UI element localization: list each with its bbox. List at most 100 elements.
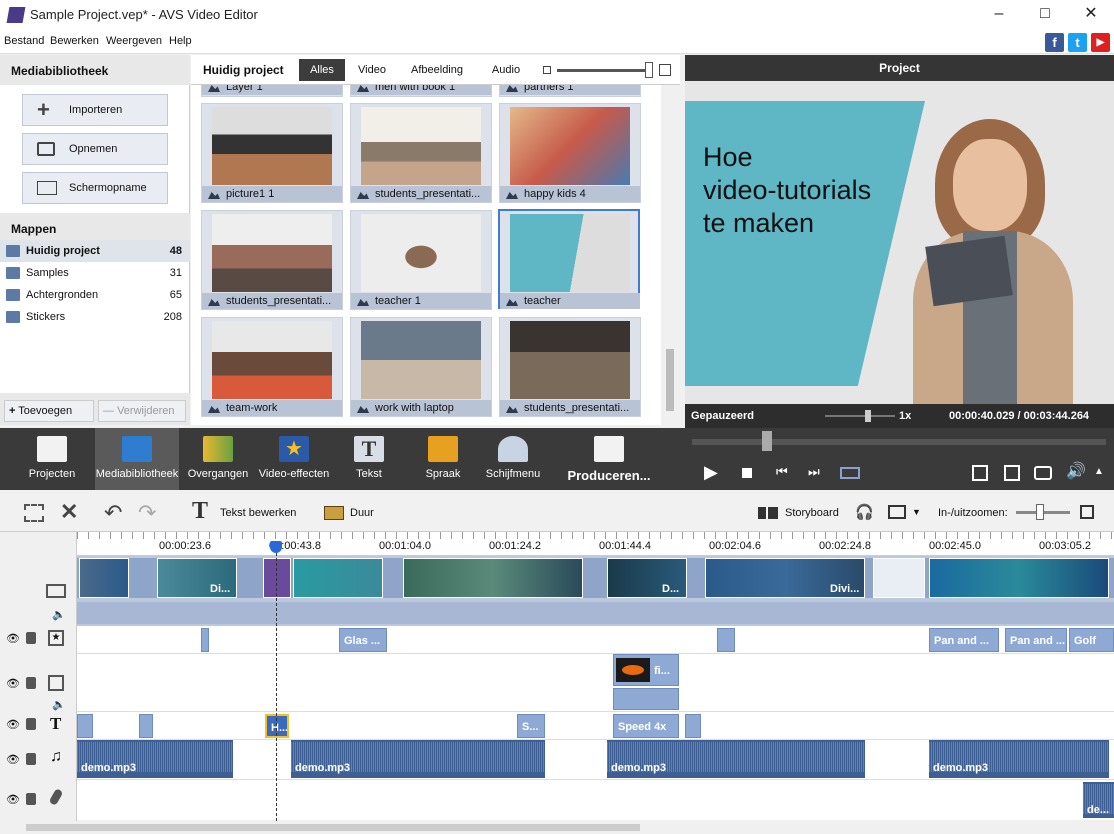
large-thumb-icon[interactable] [659, 64, 671, 76]
storyboard-label[interactable]: Storyboard [785, 507, 839, 519]
add-folder-button[interactable]: + Toevoegen [4, 400, 94, 422]
audio-clip[interactable]: demo.mp3 [607, 740, 865, 778]
record-button[interactable]: Opnemen [22, 133, 168, 165]
media-item[interactable]: work with laptop [350, 317, 492, 417]
tab-video[interactable]: Video [351, 59, 393, 81]
effect-clip[interactable]: Pan and ... [1005, 628, 1067, 652]
effect-clip[interactable]: Pan and ... [929, 628, 999, 652]
media-item[interactable]: men with book 1 [350, 85, 492, 97]
edit-text-label[interactable]: Tekst bewerken [220, 507, 296, 519]
media-scrollbar[interactable] [661, 85, 680, 425]
folder-backgrounds[interactable]: Achtergronden 65 [0, 284, 190, 306]
video-clip[interactable] [873, 558, 925, 598]
voice-clip[interactable]: de... [1083, 782, 1114, 818]
fit-timeline-icon[interactable] [1080, 505, 1094, 519]
fullscreen-icon[interactable] [972, 465, 988, 481]
eye-icon[interactable]: 👁 [6, 718, 20, 731]
media-item[interactable]: Layer 1 [201, 85, 343, 97]
audio-clip[interactable]: demo.mp3 [929, 740, 1109, 778]
snapshot-icon[interactable] [1034, 466, 1052, 480]
video-clip[interactable] [929, 558, 1109, 598]
lock-icon[interactable] [26, 718, 36, 730]
eye-icon[interactable]: 👁 [6, 793, 20, 806]
duration-icon[interactable] [324, 506, 344, 520]
zoom-handle[interactable] [1036, 504, 1044, 520]
media-item[interactable]: students_presentati... [499, 317, 641, 417]
small-thumb-icon[interactable] [543, 66, 551, 74]
folder-current-project[interactable]: Huidig project 48 [0, 240, 190, 262]
menu-help[interactable]: Help [169, 35, 192, 47]
facebook-icon[interactable]: f [1045, 33, 1064, 52]
stop-icon[interactable] [742, 468, 752, 478]
media-item[interactable]: picture1 1 [201, 103, 343, 203]
media-item[interactable]: students_presentati... [350, 103, 492, 203]
tool-disc-menu[interactable]: Schijfmenu [480, 428, 546, 490]
timeline-scroll-thumb[interactable] [26, 824, 640, 831]
video-clip[interactable] [293, 558, 383, 598]
lock-icon[interactable] [26, 677, 36, 689]
text-clip[interactable]: Speed 4x [613, 714, 679, 738]
lock-icon[interactable] [26, 793, 36, 805]
video-clip[interactable] [79, 558, 129, 598]
overlay-track[interactable]: fi... [77, 654, 1114, 712]
delete-icon[interactable]: ✕ [60, 499, 78, 525]
scroll-thumb[interactable] [666, 349, 674, 411]
overlay-clip[interactable]: fi... [613, 654, 679, 686]
import-button[interactable]: + Importeren [22, 94, 168, 126]
text-clip[interactable] [77, 714, 93, 738]
menu-bestand[interactable]: Bestand [4, 35, 44, 47]
monitor-icon[interactable] [888, 505, 906, 519]
timeline-ruler[interactable]: 00:00:23.6 00:00:43.8 00:01:04.0 00:01:2… [77, 532, 1114, 556]
media-item[interactable]: happy kids 4 [499, 103, 641, 203]
remove-folder-button[interactable]: — Verwijderen [98, 400, 186, 422]
audio-mixer-icon[interactable]: 🎧 [855, 503, 874, 521]
seek-handle[interactable] [762, 431, 772, 451]
overlay-audio-icon[interactable]: 🔈 [52, 698, 66, 711]
media-item-selected[interactable]: teacher [498, 209, 640, 309]
volume-icon[interactable]: 🔊 [1066, 461, 1086, 481]
preview-canvas[interactable]: Hoe video-tutorials te maken [685, 81, 1114, 404]
overlay-audio-clip[interactable] [613, 688, 679, 710]
split-icon[interactable] [840, 467, 860, 479]
media-item[interactable]: partners 1 [499, 85, 641, 97]
tool-video-effects[interactable]: ★ Video-effecten [256, 428, 332, 490]
video-clip[interactable]: Di... [157, 558, 237, 598]
video-audio-mute-icon[interactable]: 🔈 [52, 608, 66, 621]
menu-weergeven[interactable]: Weergeven [106, 35, 162, 47]
thumb-size-slider[interactable] [557, 69, 649, 72]
minimize-button[interactable]: – [976, 0, 1022, 30]
tab-image[interactable]: Afbeelding [405, 59, 469, 81]
media-item[interactable]: students_presentati... [201, 210, 343, 310]
twitter-icon[interactable]: t [1068, 33, 1087, 52]
close-button[interactable]: ✕ [1068, 0, 1114, 30]
play-icon[interactable]: ▶ [704, 462, 718, 483]
storyboard-icon[interactable] [758, 507, 778, 519]
duration-label[interactable]: Duur [350, 507, 374, 519]
redo-icon[interactable]: ↷ [138, 500, 156, 526]
tool-produce[interactable]: Produceren... [556, 428, 662, 490]
volume-dropdown-icon[interactable]: ▲ [1094, 466, 1104, 477]
eye-icon[interactable]: 👁 [6, 632, 20, 645]
video-clip[interactable] [403, 558, 583, 598]
media-item[interactable]: team-work [201, 317, 343, 417]
video-clip[interactable]: D... [607, 558, 687, 598]
text-track[interactable]: H... S... Speed 4x [77, 712, 1114, 740]
timeline-scrollbar[interactable] [0, 821, 1114, 834]
playhead-handle[interactable] [270, 541, 282, 553]
menu-bewerken[interactable]: Bewerken [50, 35, 99, 47]
folder-samples[interactable]: Samples 31 [0, 262, 190, 284]
seek-bar[interactable] [692, 439, 1106, 445]
video-track[interactable]: Di... D... Divi... [77, 556, 1114, 626]
maximize-button[interactable]: □ [1022, 0, 1068, 30]
tool-projects[interactable]: Projecten [10, 428, 94, 490]
music-track[interactable]: demo.mp3 demo.mp3 demo.mp3 demo.mp3 [77, 740, 1114, 780]
audio-clip[interactable]: demo.mp3 [77, 740, 233, 778]
undo-icon[interactable]: ↶ [104, 500, 122, 526]
external-preview-icon[interactable] [1004, 465, 1020, 481]
folder-stickers[interactable]: Stickers 208 [0, 306, 190, 328]
audio-clip[interactable]: demo.mp3 [291, 740, 545, 778]
next-frame-icon[interactable]: ⏭ [808, 464, 820, 480]
speed-handle[interactable] [865, 410, 871, 422]
tab-all[interactable]: Alles [299, 59, 345, 81]
edit-text-icon[interactable]: T [192, 498, 208, 525]
